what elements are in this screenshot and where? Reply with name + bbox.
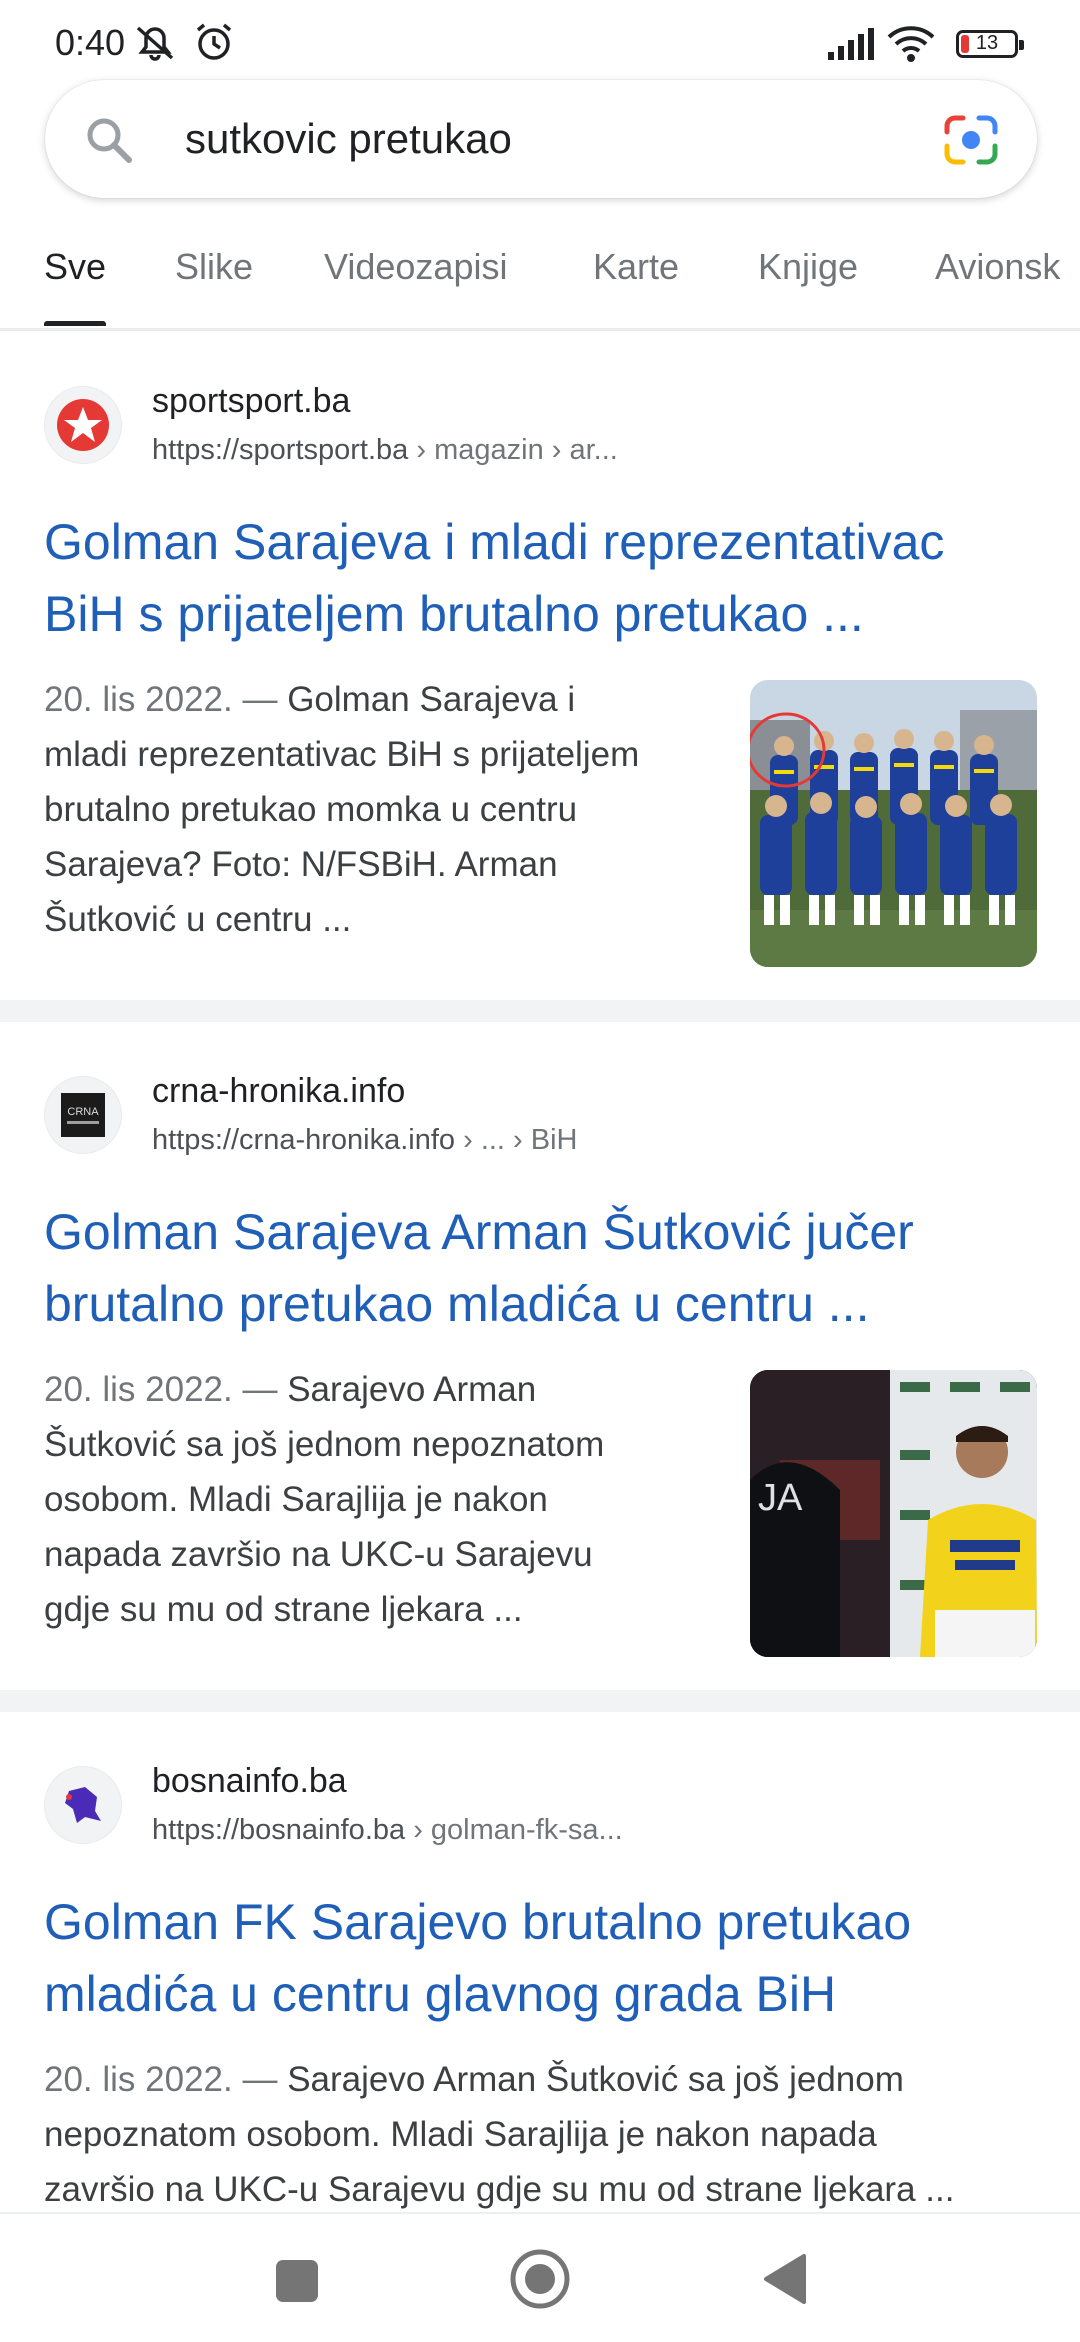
snippet-line: mladi reprezentativac BiH s prijateljem (44, 735, 640, 774)
site-url[interactable]: https://bosnainfo.ba › golman-fk-sa... (152, 1814, 623, 1847)
search-icon[interactable] (83, 114, 135, 171)
svg-text:JA: JA (758, 1477, 803, 1519)
tab-label: Sve (44, 246, 107, 287)
battery-percent: 13 (975, 32, 999, 54)
crna-hronika-logo-text: CRNA (67, 1106, 99, 1118)
result-thumbnail-player-photo[interactable]: JA (750, 1370, 1037, 1657)
active-tab-indicator (44, 321, 107, 326)
site-name[interactable]: bosnainfo.ba (152, 1762, 347, 1801)
search-input[interactable] (185, 110, 885, 168)
bosnainfo-favicon[interactable] (44, 1766, 122, 1844)
search-result: bosnainfo.ba https://bosnainfo.ba › golm… (0, 1740, 1080, 2212)
result-divider (0, 1690, 1080, 1712)
snippet-line: Sarajeva? Foto: N/FSBiH. Arman (44, 845, 558, 884)
search-bar[interactable] (45, 80, 1037, 198)
tab-videozapisi[interactable]: Videozapisi (324, 246, 507, 328)
result-divider (0, 1000, 1080, 1022)
wifi-icon (886, 24, 936, 69)
tab-slike[interactable]: Slike (175, 246, 253, 328)
result-title-link[interactable]: Golman FK Sarajevo brutalno pretukao mla… (44, 1886, 1044, 2030)
title-line: Golman FK Sarajevo brutalno pretukao (44, 1894, 912, 1950)
url-breadcrumbs: › magazin › ar... (408, 434, 618, 466)
title-line: BiH s prijateljem brutalno pretukao ... (44, 586, 864, 642)
alarm-icon (193, 22, 235, 67)
snippet-line: gdje su mu od strane ljekara ... (44, 1590, 523, 1629)
snippet-line: Sarajevo Arman Šutković sa još jednom (277, 2060, 904, 2099)
search-result: sportsport.ba https://sportsport.ba › ma… (0, 360, 1080, 1000)
crna-hronika-favicon[interactable]: CRNA (44, 1076, 122, 1154)
result-date: 20. lis 2022. — (44, 1370, 278, 1409)
tab-label: Karte (593, 246, 680, 287)
tabs-divider (0, 328, 1080, 331)
result-title-link[interactable]: Golman Sarajeva i mladi reprezentativac … (44, 506, 1044, 650)
home-button[interactable] (509, 2248, 571, 2315)
tab-sve[interactable]: Sve (44, 246, 107, 328)
tab-label: Videozapisi (324, 246, 508, 287)
tab-label: Knjige (758, 246, 859, 287)
result-date: 20. lis 2022. — (44, 2060, 278, 2099)
snippet-line: Šutković sa još jednom nepoznatom (44, 1425, 605, 1464)
google-lens-icon[interactable] (943, 114, 999, 171)
url-breadcrumbs: › ... › BiH (455, 1124, 578, 1156)
site-url[interactable]: https://crna-hronika.info › ... › BiH (152, 1124, 578, 1157)
title-line: brutalno pretukao mladića u centru ... (44, 1276, 870, 1332)
result-date: 20. lis 2022. — (44, 680, 278, 719)
url-domain: https://crna-hronika.info (152, 1124, 456, 1156)
title-line: Golman Sarajeva i mladi reprezentativac (44, 514, 945, 570)
search-result: CRNA crna-hronika.info https://crna-hron… (0, 1050, 1080, 1690)
snippet-line: napada završio na UKC-u Sarajevu (44, 1535, 593, 1574)
result-thumbnail-team-photo[interactable] (750, 680, 1037, 967)
recent-apps-button[interactable] (274, 2258, 320, 2309)
tab-avionske[interactable]: Avionsk (935, 246, 1060, 328)
snippet-line: Sarajevo Arman (277, 1370, 537, 1409)
tab-karte[interactable]: Karte (593, 246, 679, 328)
sportsport-favicon[interactable] (44, 386, 122, 464)
snippet-line: Šutković u centru ... (44, 900, 352, 939)
signal-icon (826, 26, 876, 67)
snippet-line: osobom. Mladi Sarajlija je nakon (44, 1480, 548, 1519)
system-navigation-bar (0, 2212, 1080, 2342)
site-name[interactable]: sportsport.ba (152, 382, 350, 421)
search-tabs: Sve Slike Videozapisi Karte Knjige Avion… (0, 228, 1080, 328)
battery-icon: 13 (956, 30, 1024, 58)
tab-label: Avionsk (935, 246, 1061, 287)
snippet-line: završio na UKC-u Sarajevu gdje su mu od … (44, 2170, 955, 2209)
status-time: 0:40 (55, 22, 126, 63)
url-breadcrumbs: › golman-fk-sa... (405, 1814, 623, 1846)
result-snippet: 20. lis 2022. — Sarajevo Arman Šutković … (44, 2052, 1044, 2212)
site-url[interactable]: https://sportsport.ba › magazin › ar... (152, 434, 618, 467)
title-line: Golman Sarajeva Arman Šutković jučer (44, 1204, 914, 1260)
back-button[interactable] (760, 2252, 808, 2311)
snippet-line: nepoznatom osobom. Mladi Sarajlija je na… (44, 2115, 877, 2154)
snippet-line: brutalno pretukao momka u centru (44, 790, 578, 829)
status-bar: 0:40 13 (0, 0, 1080, 80)
result-snippet: 20. lis 2022. — Sarajevo Arman Šutković … (44, 1362, 724, 1637)
site-name[interactable]: crna-hronika.info (152, 1072, 405, 1111)
title-line: mladića u centru glavnog grada BiH (44, 1966, 837, 2022)
snippet-line: Golman Sarajeva i (277, 680, 576, 719)
tab-knjige[interactable]: Knjige (758, 246, 858, 328)
url-domain: https://bosnainfo.ba (152, 1814, 406, 1846)
result-snippet: 20. lis 2022. — Golman Sarajeva i mladi … (44, 672, 724, 947)
tab-label: Slike (175, 246, 254, 287)
result-title-link[interactable]: Golman Sarajeva Arman Šutković jučer bru… (44, 1196, 1044, 1340)
url-domain: https://sportsport.ba (152, 434, 409, 466)
notifications-muted-icon (132, 22, 178, 67)
